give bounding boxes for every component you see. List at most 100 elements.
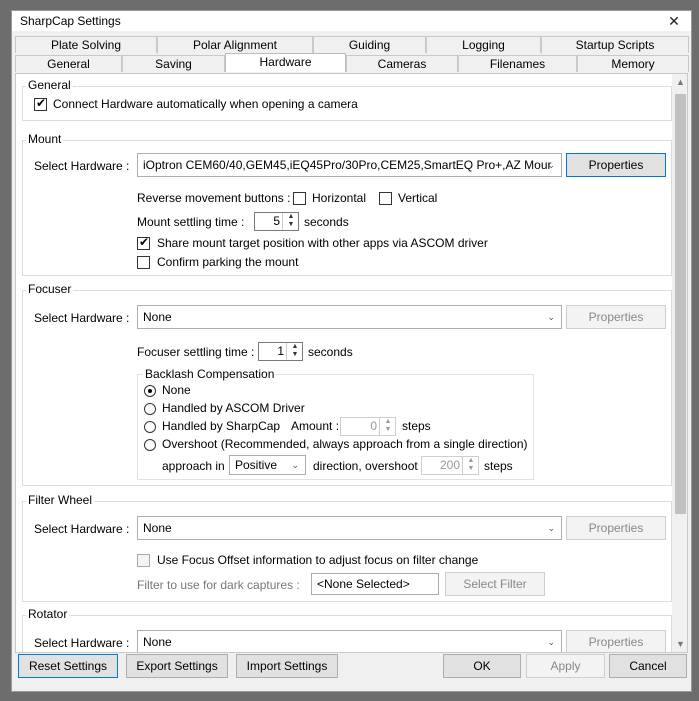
filter-wheel-select-label: Select Hardware : (34, 522, 130, 536)
scroll-down-icon[interactable]: ▼ (672, 636, 687, 652)
backlash-sharpcap-label: Handled by SharpCap (162, 419, 281, 433)
rotator-properties-button[interactable]: Properties (566, 630, 666, 652)
backlash-none-radio[interactable] (144, 385, 156, 397)
settings-window: SharpCap Settings ✕ Plate Solving Polar … (11, 10, 692, 692)
tab-saving[interactable]: Saving (122, 55, 225, 72)
import-settings-button[interactable]: Import Settings (236, 654, 338, 678)
focuser-hardware-value: None (143, 310, 172, 324)
chevron-down-icon: ⌄ (547, 637, 555, 647)
selected-dot (148, 389, 152, 393)
filter-wheel-hardware-value: None (143, 521, 172, 535)
connect-auto-checkbox[interactable]: ✔ (34, 96, 47, 111)
mount-settling-value: 5 (273, 214, 280, 228)
confirm-parking-checkbox[interactable] (137, 256, 150, 269)
focuser-title: Focuser (26, 282, 74, 296)
focuser-select-label: Select Hardware : (34, 311, 130, 325)
title-bar: SharpCap Settings ✕ (12, 11, 691, 31)
backlash-overshoot-radio[interactable] (144, 439, 156, 451)
up-arrow-icon[interactable]: ▲ (463, 457, 479, 465)
confirm-parking-label: Confirm parking the mount (157, 255, 299, 269)
tab-cameras[interactable]: Cameras (346, 55, 458, 72)
focuser-group: Focuser Select Hardware : None ⌄ Propert… (22, 282, 672, 486)
reverse-buttons-label: Reverse movement buttons : (137, 191, 291, 205)
dark-filter-value-box: <None Selected> (311, 573, 439, 595)
scroll-up-icon[interactable]: ▲ (672, 74, 687, 90)
rotator-hardware-select[interactable]: None ⌄ (137, 630, 562, 652)
mount-properties-button[interactable]: Properties (566, 153, 666, 177)
focuser-hardware-select[interactable]: None ⌄ (137, 305, 562, 329)
filter-wheel-group: Filter Wheel Select Hardware : None ⌄ Pr… (22, 493, 672, 602)
reverse-vertical-checkbox[interactable] (379, 192, 392, 205)
amount-value: 0 (370, 419, 377, 433)
dark-filter-value: <None Selected> (317, 577, 410, 591)
chevron-down-icon: ⌄ (291, 460, 299, 470)
tab-guiding[interactable]: Guiding (313, 36, 426, 53)
filter-wheel-hardware-select[interactable]: None ⌄ (137, 516, 562, 540)
down-arrow-icon[interactable]: ▼ (463, 465, 479, 473)
stepper-arrows: ▲ ▼ (282, 213, 298, 230)
cancel-button[interactable]: Cancel (609, 654, 687, 678)
focuser-settling-stepper[interactable]: 1 ▲ ▼ (258, 342, 303, 361)
scrollbar-thumb[interactable] (675, 94, 686, 514)
amount-stepper[interactable]: 0 ▲ ▼ (340, 417, 396, 436)
general-group: General ✔ Connect Hardware automatically… (22, 78, 672, 121)
down-arrow-icon[interactable]: ▼ (283, 221, 299, 229)
tab-plate-solving[interactable]: Plate Solving (15, 36, 157, 53)
backlash-none-label: None (162, 383, 191, 397)
share-target-checkbox[interactable]: ✔ (137, 235, 150, 250)
reverse-horizontal-checkbox[interactable] (293, 192, 306, 205)
backlash-overshoot-label: Overshoot (Recommended, always approach … (162, 437, 528, 451)
tab-memory[interactable]: Memory (577, 55, 689, 72)
export-settings-button[interactable]: Export Settings (126, 654, 228, 678)
mount-settling-label: Mount settling time : (137, 215, 245, 229)
stepper-arrows: ▲ ▼ (379, 418, 395, 435)
backlash-ascom-radio[interactable] (144, 403, 156, 415)
overshoot-steps-label: steps (484, 459, 513, 473)
backlash-ascom-label: Handled by ASCOM Driver (162, 401, 305, 415)
focus-offset-label: Use Focus Offset information to adjust f… (157, 553, 479, 567)
up-arrow-icon[interactable]: ▲ (287, 343, 303, 351)
backlash-group: Backlash Compensation None Handled by AS… (137, 367, 534, 480)
amount-steps-label: steps (402, 419, 431, 433)
tab-logging[interactable]: Logging (426, 36, 541, 53)
tab-polar-alignment[interactable]: Polar Alignment (157, 36, 313, 53)
backlash-title: Backlash Compensation (143, 367, 277, 381)
rotator-title: Rotator (26, 607, 70, 621)
chevron-down-icon: ⌄ (547, 160, 555, 170)
mount-group: Mount Select Hardware : iOptron CEM60/40… (22, 132, 672, 276)
tab-startup-scripts[interactable]: Startup Scripts (541, 36, 689, 53)
filter-wheel-properties-button[interactable]: Properties (566, 516, 666, 540)
approach-direction-value: Positive (235, 458, 278, 472)
reset-settings-button[interactable]: Reset Settings (18, 654, 118, 678)
up-arrow-icon[interactable]: ▲ (283, 213, 299, 221)
tab-general[interactable]: General (15, 55, 122, 72)
tab-row-2: General Saving Hardware Cameras Filename… (12, 53, 691, 72)
backlash-sharpcap-radio[interactable] (144, 421, 156, 433)
apply-button[interactable]: Apply (526, 654, 605, 678)
check-icon: ✔ (139, 235, 150, 249)
mount-seconds-label: seconds (304, 215, 349, 229)
connect-auto-label: Connect Hardware automatically when open… (53, 97, 358, 111)
ok-button[interactable]: OK (443, 654, 521, 678)
overshoot-label: direction, overshoot (313, 459, 418, 473)
close-icon[interactable]: ✕ (663, 11, 685, 31)
down-arrow-icon[interactable]: ▼ (380, 426, 396, 434)
share-target-label: Share mount target position with other a… (157, 236, 488, 250)
overshoot-stepper[interactable]: 200 ▲ ▼ (421, 456, 479, 475)
focus-offset-checkbox[interactable] (137, 554, 150, 567)
up-arrow-icon[interactable]: ▲ (380, 418, 396, 426)
mount-select-label: Select Hardware : (34, 159, 130, 173)
approach-direction-select[interactable]: Positive ⌄ (229, 455, 306, 475)
approach-label: approach in (162, 459, 225, 473)
tab-filenames[interactable]: Filenames (458, 55, 577, 72)
select-filter-button[interactable]: Select Filter (445, 572, 545, 596)
mount-settling-stepper[interactable]: 5 ▲ ▼ (254, 212, 299, 231)
down-arrow-icon[interactable]: ▼ (287, 351, 303, 359)
vertical-scrollbar[interactable]: ▲ ▼ (672, 74, 687, 652)
rotator-hardware-value: None (143, 635, 172, 649)
tab-hardware[interactable]: Hardware (225, 53, 346, 72)
hardware-panel: General ✔ Connect Hardware automatically… (15, 73, 688, 653)
mount-hardware-select[interactable]: iOptron CEM60/40,GEM45,iEQ45Pro/30Pro,CE… (137, 153, 562, 177)
focuser-settling-label: Focuser settling time : (137, 345, 255, 359)
focuser-properties-button[interactable]: Properties (566, 305, 666, 329)
